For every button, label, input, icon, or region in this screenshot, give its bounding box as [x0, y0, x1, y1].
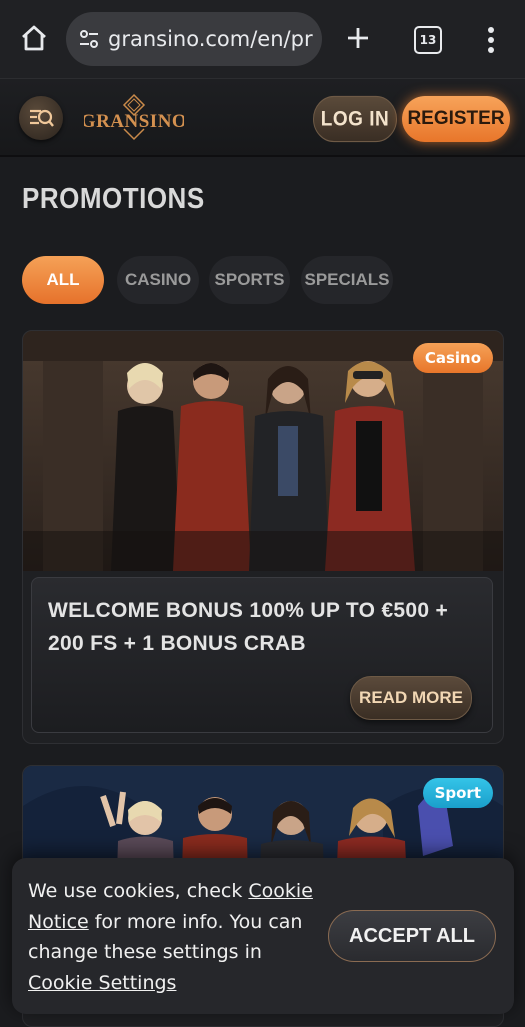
tab-specials[interactable]: SPECIALS	[301, 256, 393, 304]
login-button[interactable]: LOG IN	[313, 95, 397, 143]
site-header: GRANSINO LOG IN REGISTER	[0, 79, 525, 157]
site-info-icon[interactable]	[78, 28, 100, 50]
tab-casino[interactable]: CASINO	[117, 256, 199, 304]
cookie-settings-link[interactable]: Cookie Settings	[28, 972, 176, 994]
cookie-text: We use cookies, check Cookie Notice for …	[28, 876, 318, 998]
more-vert-icon[interactable]	[480, 24, 502, 56]
cookie-banner: We use cookies, check Cookie Notice for …	[12, 858, 514, 1014]
cookie-text-part: We use cookies, check	[28, 880, 249, 902]
promo-card[interactable]: Casino WELCOME BONUS 100% UP TO €500 + 2…	[22, 330, 504, 744]
register-button[interactable]: REGISTER	[402, 96, 510, 142]
tab-all[interactable]: ALL	[22, 256, 104, 304]
tab-switcher-icon[interactable]: 13	[414, 26, 442, 54]
search-menu-icon	[30, 109, 54, 127]
logo-text: GRANSINO	[84, 111, 184, 132]
gransino-logo[interactable]: GRANSINO	[84, 93, 184, 141]
promo-content: WELCOME BONUS 100% UP TO €500 + 200 FS +…	[31, 577, 493, 733]
url-text[interactable]: gransino.com/en/pro	[108, 27, 313, 51]
accept-all-button[interactable]: ACCEPT ALL	[328, 910, 496, 962]
read-more-button[interactable]: READ MORE	[350, 676, 472, 720]
tab-sports[interactable]: SPORTS	[209, 256, 290, 304]
home-icon[interactable]	[18, 22, 50, 54]
browser-toolbar: gransino.com/en/pro 13	[0, 0, 525, 79]
page-title: PROMOTIONS	[22, 181, 205, 215]
promo-title: WELCOME BONUS 100% UP TO €500 + 200 FS +…	[48, 599, 449, 655]
search-menu-button[interactable]	[19, 96, 63, 140]
address-bar[interactable]: gransino.com/en/pro	[66, 12, 322, 66]
category-badge: Casino	[412, 343, 493, 373]
new-tab-icon[interactable]	[342, 22, 374, 54]
category-badge: Sport	[422, 778, 493, 808]
